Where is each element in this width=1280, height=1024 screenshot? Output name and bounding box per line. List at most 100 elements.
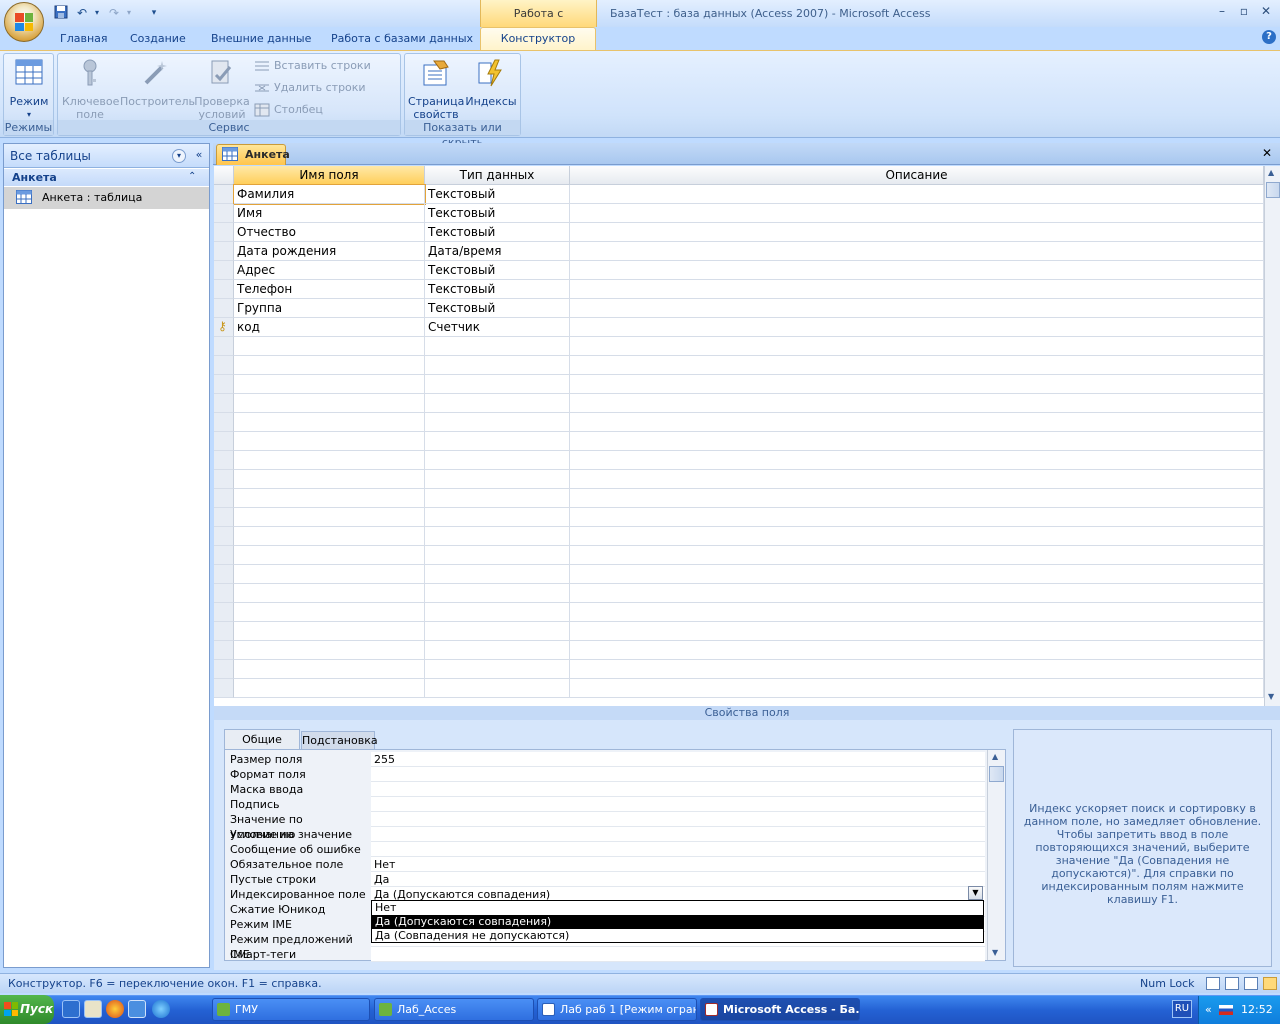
quicklaunch-desktop-icon[interactable] <box>128 1000 146 1018</box>
data-type-cell[interactable] <box>425 394 570 413</box>
description-cell[interactable] <box>570 546 1264 565</box>
quicklaunch-browser-icon[interactable] <box>106 1000 124 1018</box>
prop-scroll-up-icon[interactable]: ▲ <box>992 752 998 761</box>
field-name-cell[interactable] <box>234 413 425 432</box>
field-name-cell[interactable] <box>234 356 425 375</box>
property-value[interactable] <box>371 947 985 962</box>
row-selector[interactable] <box>214 584 234 603</box>
office-button[interactable] <box>4 2 44 42</box>
row-selector[interactable] <box>214 261 234 280</box>
tab-home[interactable]: Главная <box>60 30 108 50</box>
data-type-cell[interactable] <box>425 489 570 508</box>
row-selector[interactable] <box>214 470 234 489</box>
field-name-cell[interactable] <box>234 470 425 489</box>
dropdown-arrow-icon[interactable]: ▼ <box>968 886 983 900</box>
property-sheet-button[interactable]: Страница свойств <box>408 57 464 121</box>
row-selector[interactable] <box>214 527 234 546</box>
shutter-bar-close-icon[interactable]: « <box>192 148 206 162</box>
field-name-cell[interactable]: Фамилия <box>233 184 426 205</box>
property-value[interactable] <box>371 812 985 827</box>
field-name-cell[interactable]: Отчество <box>234 223 425 242</box>
row-selector[interactable] <box>214 451 234 470</box>
row-selector[interactable] <box>214 641 234 660</box>
row-selector[interactable] <box>214 242 234 261</box>
data-type-cell[interactable] <box>425 584 570 603</box>
prop-scroll-down-icon[interactable]: ▼ <box>992 948 998 957</box>
field-name-cell[interactable] <box>234 394 425 413</box>
field-name-cell[interactable] <box>234 660 425 679</box>
language-indicator[interactable]: RU <box>1172 1000 1192 1018</box>
property-scrollbar[interactable]: ▲ ▼ <box>987 750 1005 960</box>
data-type-cell[interactable] <box>425 546 570 565</box>
row-selector[interactable] <box>214 508 234 527</box>
description-cell[interactable] <box>570 375 1264 394</box>
field-name-cell[interactable]: Имя <box>234 204 425 223</box>
description-cell[interactable] <box>570 356 1264 375</box>
nav-item-table[interactable]: Анкета : таблица <box>4 187 209 209</box>
quicklaunch-xml-icon[interactable] <box>62 1000 80 1018</box>
data-type-cell[interactable] <box>425 527 570 546</box>
description-cell[interactable] <box>570 489 1264 508</box>
row-selector[interactable] <box>214 375 234 394</box>
data-type-cell[interactable] <box>425 375 570 394</box>
field-name-cell[interactable] <box>234 603 425 622</box>
row-selector[interactable] <box>214 223 234 242</box>
data-type-cell[interactable]: Текстовый <box>425 204 570 223</box>
data-type-cell[interactable] <box>425 641 570 660</box>
tab-external-data[interactable]: Внешние данные <box>211 30 311 50</box>
taskbar-item-word[interactable]: Лаб раб 1 [Режим огран... <box>537 998 697 1021</box>
property-value[interactable] <box>371 767 985 782</box>
data-type-cell[interactable]: Текстовый <box>425 185 570 204</box>
description-cell[interactable] <box>570 280 1264 299</box>
insert-rows-button[interactable]: Вставить строки <box>254 57 398 75</box>
field-name-cell[interactable] <box>234 451 425 470</box>
design-view-status-icon[interactable] <box>1263 977 1277 990</box>
tab-database-tools[interactable]: Работа с базами данных <box>331 30 473 50</box>
dropdown-option-no[interactable]: Нет <box>372 901 983 915</box>
data-type-cell[interactable] <box>425 413 570 432</box>
collapse-group-icon[interactable]: ⌃ <box>188 171 196 182</box>
data-type-cell[interactable]: Текстовый <box>425 261 570 280</box>
description-cell[interactable] <box>570 641 1264 660</box>
row-selector[interactable] <box>214 603 234 622</box>
data-type-cell[interactable] <box>425 508 570 527</box>
builder-button[interactable]: Построитель <box>120 57 195 108</box>
prop-scroll-thumb[interactable] <box>989 766 1004 782</box>
nav-menu-chevron-icon[interactable]: ▾ <box>172 149 186 163</box>
pivot-chart-view-icon[interactable] <box>1244 977 1258 990</box>
row-selector[interactable] <box>214 489 234 508</box>
select-all-corner[interactable] <box>214 166 234 185</box>
row-selector[interactable] <box>214 413 234 432</box>
row-selector[interactable] <box>214 546 234 565</box>
indexes-button[interactable]: Индексы <box>465 57 517 108</box>
tab-create[interactable]: Создание <box>130 30 186 50</box>
row-selector[interactable] <box>214 679 234 698</box>
lookup-column-button[interactable]: Столбец подстановок <box>254 101 398 134</box>
column-header-description[interactable]: Описание <box>570 166 1264 185</box>
taskbar-item-gmu[interactable]: ГМУ <box>212 998 370 1021</box>
dropdown-option-yes-no-duplicates[interactable]: Да (Совпадения не допускаются) <box>372 929 983 943</box>
field-name-cell[interactable]: Телефон <box>234 280 425 299</box>
description-cell[interactable] <box>570 223 1264 242</box>
row-selector[interactable] <box>214 356 234 375</box>
key-field-button[interactable]: Ключевое поле <box>62 57 119 121</box>
field-name-cell[interactable] <box>234 641 425 660</box>
row-selector[interactable] <box>214 394 234 413</box>
view-button[interactable]: Режим ▾ <box>6 57 52 121</box>
property-value[interactable]: Да <box>371 872 985 887</box>
save-icon[interactable] <box>52 5 70 21</box>
description-cell[interactable] <box>570 261 1264 280</box>
description-cell[interactable] <box>570 470 1264 489</box>
field-name-cell[interactable] <box>234 375 425 394</box>
data-type-cell[interactable] <box>425 603 570 622</box>
data-type-cell[interactable]: Текстовый <box>425 299 570 318</box>
property-value[interactable] <box>371 782 985 797</box>
russian-flag-icon[interactable] <box>1219 1005 1233 1015</box>
customize-qat-icon[interactable]: ▾ <box>145 5 163 21</box>
description-cell[interactable] <box>570 432 1264 451</box>
data-type-cell[interactable] <box>425 679 570 698</box>
field-name-cell[interactable] <box>234 527 425 546</box>
field-name-cell[interactable] <box>234 679 425 698</box>
row-selector[interactable]: ⚷ <box>214 318 234 337</box>
redo-dropdown-icon[interactable]: ▾ <box>120 5 138 21</box>
